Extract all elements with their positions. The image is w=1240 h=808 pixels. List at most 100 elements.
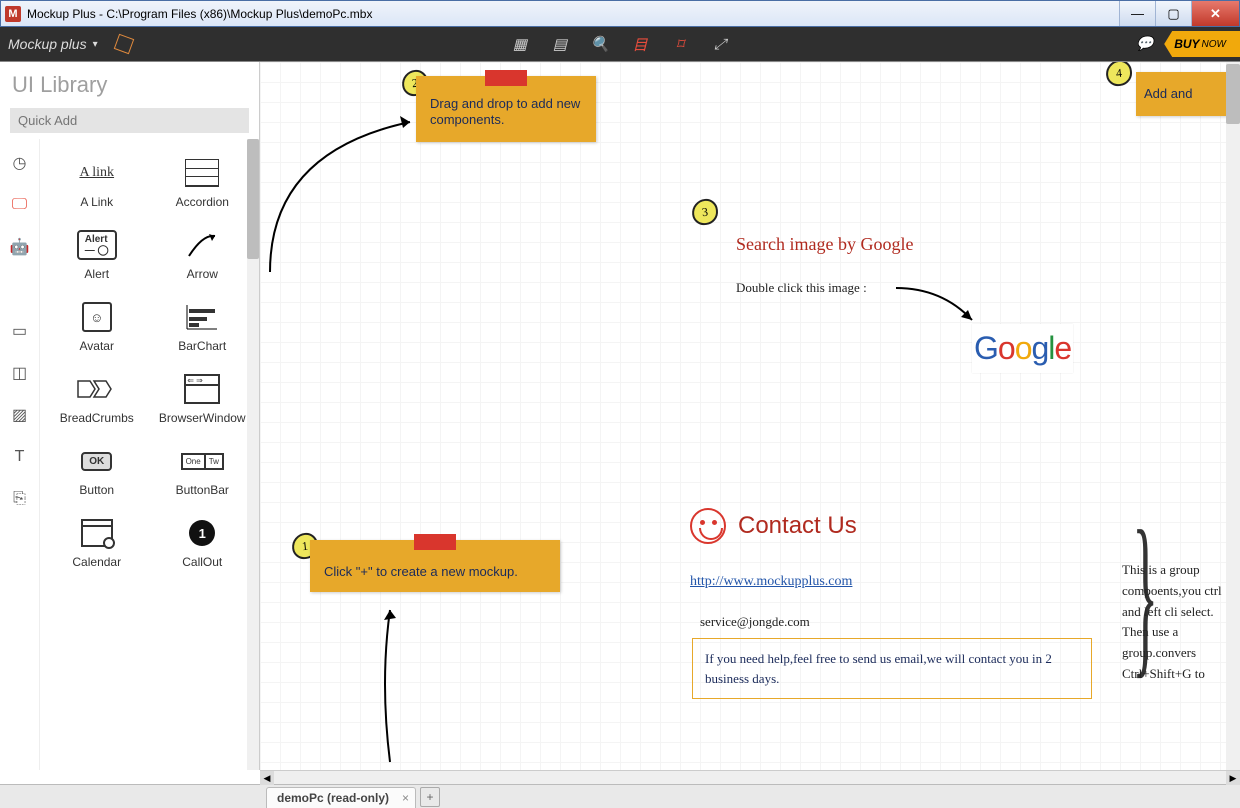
sticky-text: Drag and drop to add new components. (430, 96, 580, 127)
component-label: Button (79, 483, 114, 497)
component-label: Avatar (80, 339, 114, 353)
component-grid: A link A Link Accordion Alert— ◯ Alert A… (40, 139, 259, 585)
component-accordion[interactable]: Accordion (152, 149, 254, 215)
component-label: ButtonBar (176, 483, 229, 497)
mockup-canvas[interactable]: 2 Drag and drop to add new components. 3… (260, 62, 1240, 770)
document-tabbar: demoPc (read-only) × + (0, 784, 1240, 808)
component-label: BreadCrumbs (60, 411, 134, 425)
hscroll-right[interactable]: ▶ (1226, 771, 1240, 785)
component-callout[interactable]: 1 CallOut (152, 509, 254, 575)
distribute-icon[interactable]: ▤ (551, 35, 569, 53)
step-tag-4: 4 (1105, 62, 1134, 87)
brand-label: Mockup plus (8, 36, 87, 52)
sticky-note-1[interactable]: Click "+" to create a new mockup. (310, 540, 560, 592)
calendar-icon (75, 515, 119, 551)
hscroll-left[interactable]: ◀ (260, 771, 274, 785)
group-icon[interactable]: ⽬ (631, 35, 649, 53)
document-tab[interactable]: demoPc (read-only) × (266, 787, 416, 808)
component-label: Calendar (72, 555, 121, 569)
component-label: Accordion (176, 195, 229, 209)
rail-desktop-icon[interactable]: 🖵 (10, 195, 30, 215)
component-breadcrumbs[interactable]: BreadCrumbs (46, 365, 148, 431)
accordion-icon (180, 155, 224, 191)
contact-title-text: Contact Us (738, 512, 857, 540)
close-tab-icon[interactable]: × (402, 791, 409, 805)
add-tab-button[interactable]: + (420, 787, 440, 807)
ui-library-title: UI Library (0, 62, 259, 104)
search-icon[interactable]: 🔍 (591, 35, 609, 53)
component-calendar[interactable]: Calendar (46, 509, 148, 575)
component-browserwindow[interactable]: ⇐ ⇒ BrowserWindow (152, 365, 254, 431)
tape-icon (485, 70, 527, 86)
arrow-to-note2 (260, 92, 440, 282)
contact-help-box: If you need help,feel free to send us em… (692, 638, 1092, 699)
sticky-note-4[interactable]: Add and (1136, 72, 1236, 116)
component-avatar[interactable]: ☺ Avatar (46, 293, 148, 359)
minimize-button[interactable]: — (1119, 1, 1155, 26)
sticky-text: Click "+" to create a new mockup. (324, 564, 518, 579)
canvas-vscroll[interactable] (1226, 62, 1240, 770)
button-icon: OK (75, 443, 119, 479)
buy-button[interactable]: BUY NOW (1164, 31, 1240, 57)
main-toolbar: Mockup plus ▾ ▦ ▤ 🔍 ⽬ ⌑ ⤢ 💬 BUY NOW (0, 27, 1240, 61)
rail-apple-icon[interactable] (10, 279, 30, 299)
window-titlebar: M Mockup Plus - C:\Program Files (x86)\M… (0, 0, 1240, 27)
buy-now-label: NOW (1202, 39, 1226, 50)
component-barchart[interactable]: BarChart (152, 293, 254, 359)
breadcrumbs-icon (75, 371, 119, 407)
component-label: BrowserWindow (159, 411, 246, 425)
barchart-icon (180, 299, 224, 335)
component-label: BarChart (178, 339, 226, 353)
maximize-button[interactable]: ▢ (1155, 1, 1191, 26)
search-title: Search image by Google (736, 234, 913, 255)
component-buttonbar[interactable]: OneTw ButtonBar (152, 437, 254, 503)
search-hint: Double click this image : (736, 280, 867, 296)
expand-icon[interactable]: ⤢ (711, 35, 729, 53)
step-tag-3: 3 (691, 198, 720, 227)
contact-email: service@jongde.com (700, 614, 810, 630)
app-icon: M (5, 6, 21, 22)
buttonbar-icon: OneTw (180, 443, 224, 479)
smiley-icon (690, 508, 726, 544)
category-rail: ◷ 🖵 🤖 ▭ ◫ ▨ T ⎘ (0, 139, 40, 770)
component-label: CallOut (182, 555, 222, 569)
rail-image-icon[interactable]: ▨ (10, 405, 30, 425)
browserwindow-icon: ⇐ ⇒ (180, 371, 224, 407)
close-button[interactable]: ✕ (1191, 1, 1239, 26)
rail-android-icon[interactable]: 🤖 (10, 237, 30, 257)
arrow-to-google (892, 280, 982, 330)
avatar-icon: ☺ (75, 299, 119, 335)
component-label: Arrow (187, 267, 218, 281)
sticky-note-2[interactable]: Drag and drop to add new components. (416, 76, 596, 142)
component-a-link[interactable]: A link A Link (46, 149, 148, 215)
component-alert[interactable]: Alert— ◯ Alert (46, 221, 148, 287)
component-button[interactable]: OK Button (46, 437, 148, 503)
lock-bounds-icon[interactable]: ⌑ (671, 35, 689, 53)
window-title: Mockup Plus - C:\Program Files (x86)\Moc… (27, 7, 372, 21)
component-arrow[interactable]: Arrow (152, 221, 254, 287)
component-label: A Link (80, 195, 113, 209)
rail-document-icon[interactable]: ▭ (10, 321, 30, 341)
sticky-text: Add and (1144, 86, 1192, 101)
alert-icon: Alert— ◯ (75, 227, 119, 263)
brand-menu[interactable]: Mockup plus ▾ (8, 36, 132, 52)
rail-text-icon[interactable]: T (10, 447, 30, 467)
cube-icon (113, 34, 134, 55)
a-link-icon: A link (75, 155, 119, 191)
contact-heading: Contact Us (690, 508, 857, 544)
arrow-from-note1 (370, 602, 420, 770)
rail-recent-icon[interactable]: ◷ (10, 153, 30, 173)
chevron-down-icon: ▾ (93, 39, 98, 50)
align-group-icon[interactable]: ▦ (511, 35, 529, 53)
rail-layout-icon[interactable]: ◫ (10, 363, 30, 383)
arrow-icon (180, 227, 224, 263)
google-logo[interactable]: Google (972, 324, 1073, 373)
component-label: Alert (84, 267, 109, 281)
component-scrollbar[interactable] (247, 139, 259, 770)
quick-add-input[interactable] (10, 108, 249, 133)
callout-icon: 1 (180, 515, 224, 551)
canvas-hscroll[interactable]: ◀ ▶ (260, 770, 1240, 784)
comment-icon[interactable]: 💬 (1136, 35, 1154, 53)
rail-page-icon[interactable]: ⎘ (10, 489, 30, 509)
contact-url-link[interactable]: http://www.mockupplus.com (690, 574, 852, 590)
